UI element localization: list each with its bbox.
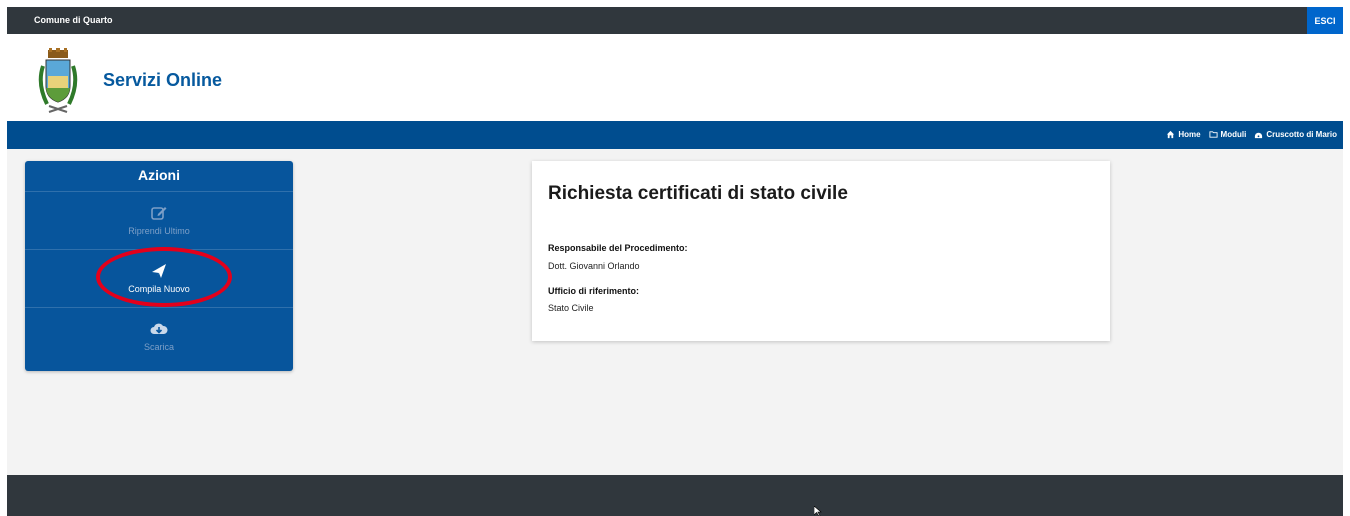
site-title[interactable]: Servizi Online [103, 70, 222, 91]
coat-of-arms-icon [38, 48, 78, 113]
fill-new-label: Compila Nuovo [128, 284, 190, 294]
fill-new-button[interactable]: Compila Nuovo [25, 250, 293, 308]
nav-link-moduli[interactable]: Moduli [1208, 130, 1247, 139]
responsible-value: Dott. Giovanni Orlando [548, 261, 640, 271]
download-button[interactable]: Scarica [25, 308, 293, 365]
nav-link-label: Cruscotto di Mario [1266, 130, 1337, 139]
site-header: Servizi Online [7, 34, 1343, 121]
nav-link-label: Home [1178, 130, 1201, 139]
home-icon [1167, 130, 1175, 139]
organization-name: Comune di Quarto [34, 15, 113, 25]
nav-link-dashboard[interactable]: Cruscotto di Mario [1254, 130, 1337, 139]
page-title: Richiesta certificati di stato civile [548, 183, 848, 204]
download-label: Scarica [143, 342, 174, 352]
office-label: Ufficio di riferimento: [548, 286, 640, 296]
office-value: Stato Civile [548, 303, 594, 313]
service-card: Richiesta certificati di stato civile Re… [532, 161, 1110, 341]
nav-links: Home Moduli Cruscotto di Mario [1166, 130, 1337, 139]
edit-icon [151, 207, 167, 220]
logout-button[interactable]: ESCI [1307, 7, 1343, 34]
dashboard-icon [1255, 132, 1263, 139]
responsible-label: Responsabile del Procedimento: [548, 243, 688, 253]
nav-bar: Home Moduli Cruscotto di Mario [7, 121, 1343, 149]
nav-link-label: Moduli [1220, 130, 1247, 139]
footer [7, 475, 1343, 516]
folder-open-icon [1208, 131, 1218, 138]
resume-last-button[interactable]: Riprendi Ultimo [25, 192, 293, 250]
top-bar: Comune di Quarto ESCI [7, 7, 1343, 34]
mouse-cursor-icon [814, 506, 822, 516]
cloud-download-icon [150, 323, 168, 334]
nav-link-home[interactable]: Home [1166, 130, 1201, 139]
paper-plane-icon [152, 264, 166, 278]
actions-panel: Azioni Riprendi Ultimo Compila Nuovo Sca… [25, 161, 293, 371]
actions-title: Azioni [25, 161, 293, 192]
main-content: Azioni Riprendi Ultimo Compila Nuovo Sca… [7, 149, 1343, 475]
resume-last-label: Riprendi Ultimo [128, 226, 190, 236]
